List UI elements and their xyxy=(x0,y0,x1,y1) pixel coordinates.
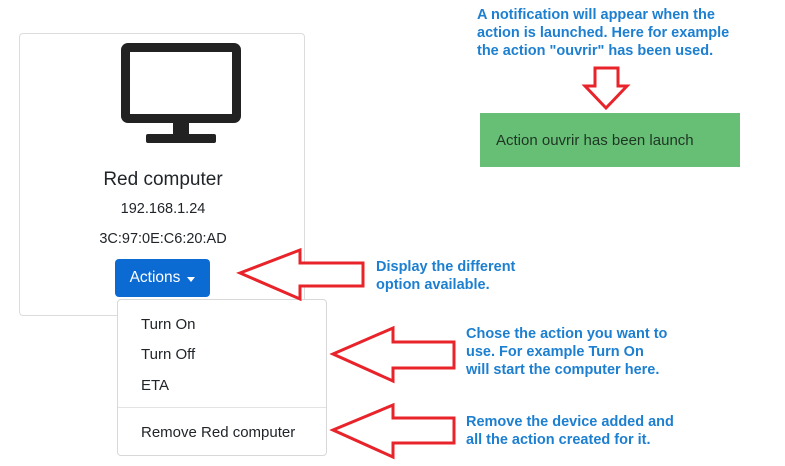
annotation-line: will start the computer here. xyxy=(466,362,660,378)
annotation-line: Remove the device added and xyxy=(466,414,674,430)
menu-item-turn-off[interactable]: Turn Off xyxy=(141,346,195,363)
down-arrow-icon xyxy=(581,66,631,111)
left-arrow-icon xyxy=(329,402,456,460)
annotation-line: the action "ouvrir" has been used. xyxy=(477,43,714,59)
annotation-line: A notification will appear when the xyxy=(477,7,715,23)
annotation-chose-action: Chose the action you want to use. For ex… xyxy=(466,325,726,379)
annotation-line: all the action created for it. xyxy=(466,432,651,448)
annotation-line: Chose the action you want to xyxy=(466,326,668,342)
device-mac: 3C:97:0E:C6:20:AD xyxy=(99,231,227,247)
annotation-line: use. For example Turn On xyxy=(466,344,644,360)
dropdown-divider xyxy=(118,407,326,408)
annotation-notification: A notification will appear when the acti… xyxy=(477,6,777,60)
annotation-display-options: Display the different option available. xyxy=(376,258,576,294)
left-arrow-icon xyxy=(329,325,456,384)
annotation-line: Display the different xyxy=(376,259,516,275)
device-name: Red computer xyxy=(103,169,223,190)
actions-dropdown-button[interactable]: Actions xyxy=(115,259,210,297)
monitor-icon xyxy=(121,43,241,143)
caret-down-icon xyxy=(187,276,196,282)
actions-label: Actions xyxy=(129,269,181,286)
menu-item-eta[interactable]: ETA xyxy=(141,377,169,394)
annotation-line: action is launched. Here for example xyxy=(477,25,730,41)
menu-item-remove-device[interactable]: Remove Red computer xyxy=(141,424,295,441)
annotation-line: option available. xyxy=(376,277,490,293)
menu-item-turn-on[interactable]: Turn On xyxy=(141,316,195,333)
annotation-remove-device: Remove the device added and all the acti… xyxy=(466,413,726,449)
actions-dropdown-menu: Turn On Turn Off ETA Remove Red computer xyxy=(117,299,327,456)
notification-toast: Action ouvrir has been launch xyxy=(480,113,740,167)
notification-text: Action ouvrir has been launch xyxy=(496,131,694,149)
device-ip: 192.168.1.24 xyxy=(120,201,206,217)
